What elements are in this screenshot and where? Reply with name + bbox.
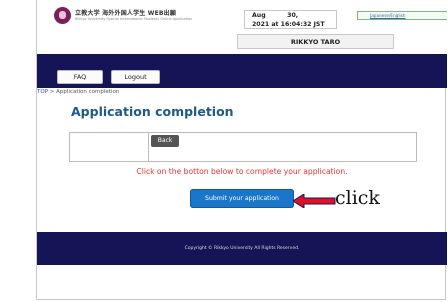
date-line-2: 2021 at 16:04:32 JST [252,21,325,28]
breadcrumb-top-link[interactable]: TOP [37,89,48,95]
submit-application-button[interactable]: Submit your application [190,189,294,208]
back-button-table [69,132,417,162]
site-header: 立教大学 海外外国人学生 WEB出願 Rikkyo University Spe… [37,0,447,54]
university-logo-icon [54,7,71,24]
date-line-1: Aug 30, [252,12,299,19]
language-switch-link[interactable]: Japanese/English [357,11,447,20]
click-annotation: click [335,187,380,209]
date-display: Aug 30, 2021 at 16:04:32 JST [244,10,337,29]
page-title: Application completion [71,104,234,119]
breadcrumb-current: Application completion [56,89,120,95]
faq-button[interactable]: FAQ [57,70,103,84]
page-frame: 立教大学 海外外国人学生 WEB出願 Rikkyo University Spe… [36,0,447,300]
nav-bar: FAQ Logout [37,54,447,88]
breadcrumb-separator: > [49,89,55,95]
red-arrow-icon [293,194,336,208]
breadcrumb: TOP > Application completion [37,89,119,95]
university-subtitle: Rikkyo University Special International … [75,17,193,21]
completion-instruction: Click on the botton below to complete yo… [136,167,348,176]
logout-button[interactable]: Logout [111,70,160,84]
site-footer: Copyright © Rikkyo University All Rights… [37,232,447,265]
logged-in-user: RIKKYO TARO [237,34,394,49]
university-name: 立教大学 海外外国人学生 WEB出願 [75,10,177,17]
back-button[interactable]: Back [151,135,179,147]
table-divider [148,133,149,161]
